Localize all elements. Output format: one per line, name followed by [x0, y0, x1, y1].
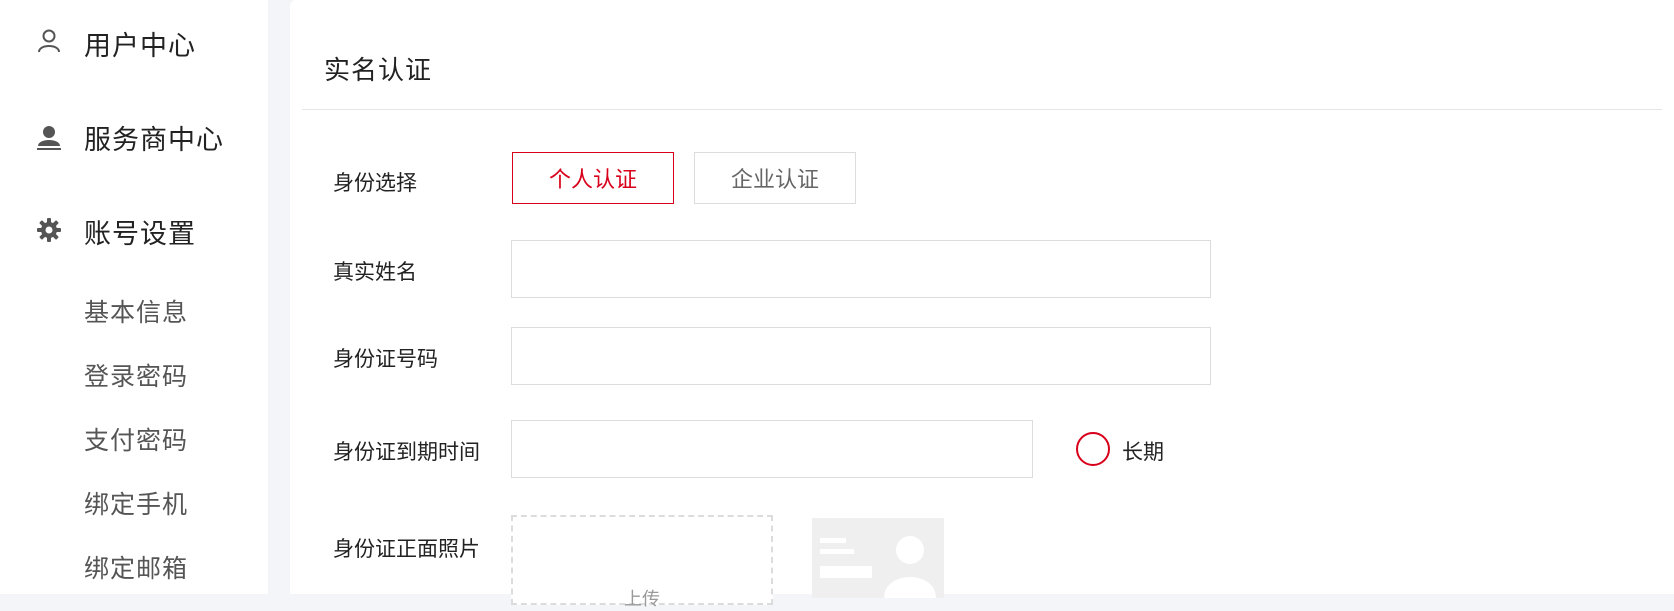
real-name-input[interactable]: [511, 240, 1211, 298]
id-number-input[interactable]: [511, 327, 1211, 385]
sidebar: 用户中心 服务商中心 账号设置 基本信息 登录密码 支付密码 绑定手机 绑定邮箱: [0, 0, 268, 594]
enterprise-auth-button[interactable]: 企业认证: [694, 152, 856, 204]
long-term-radio[interactable]: [1076, 432, 1110, 466]
id-expiry-label: 身份证到期时间: [333, 440, 480, 464]
front-photo-label: 身份证正面照片: [333, 537, 480, 561]
title-divider: [302, 109, 1662, 110]
sidebar-item-label: 账号设置: [84, 219, 196, 250]
sidebar-item-label: 服务商中心: [84, 125, 224, 156]
id-expiry-input[interactable]: [511, 420, 1033, 478]
id-card-sample-image: [812, 518, 944, 598]
id-number-label: 身份证号码: [333, 347, 438, 371]
long-term-label: 长期: [1122, 440, 1164, 464]
sidebar-subitem-bind-phone[interactable]: 绑定手机: [84, 485, 188, 521]
sidebar-subitem-login-password[interactable]: 登录密码: [84, 357, 188, 393]
real-name-label: 真实姓名: [333, 260, 417, 284]
id-card-placeholder-icon: [812, 518, 944, 598]
sidebar-subitem-basic-info[interactable]: 基本信息: [84, 293, 188, 329]
main-panel: 实名认证 身份选择 个人认证 企业认证 真实姓名 身份证号码 身份证到期时间 长…: [290, 0, 1674, 610]
upload-text: 上传: [624, 589, 660, 610]
sidebar-subitem-bind-email[interactable]: 绑定邮箱: [84, 549, 188, 585]
page-title: 实名认证: [324, 56, 433, 86]
identity-label: 身份选择: [333, 171, 417, 195]
user-icon: [38, 29, 60, 53]
sidebar-item-label: 用户中心: [84, 31, 196, 62]
personal-auth-button[interactable]: 个人认证: [512, 152, 674, 204]
front-photo-upload[interactable]: 上传: [511, 515, 773, 610]
gear-icon: [37, 218, 61, 242]
sidebar-subitem-payment-password[interactable]: 支付密码: [84, 421, 188, 457]
provider-user-icon: [37, 126, 61, 150]
